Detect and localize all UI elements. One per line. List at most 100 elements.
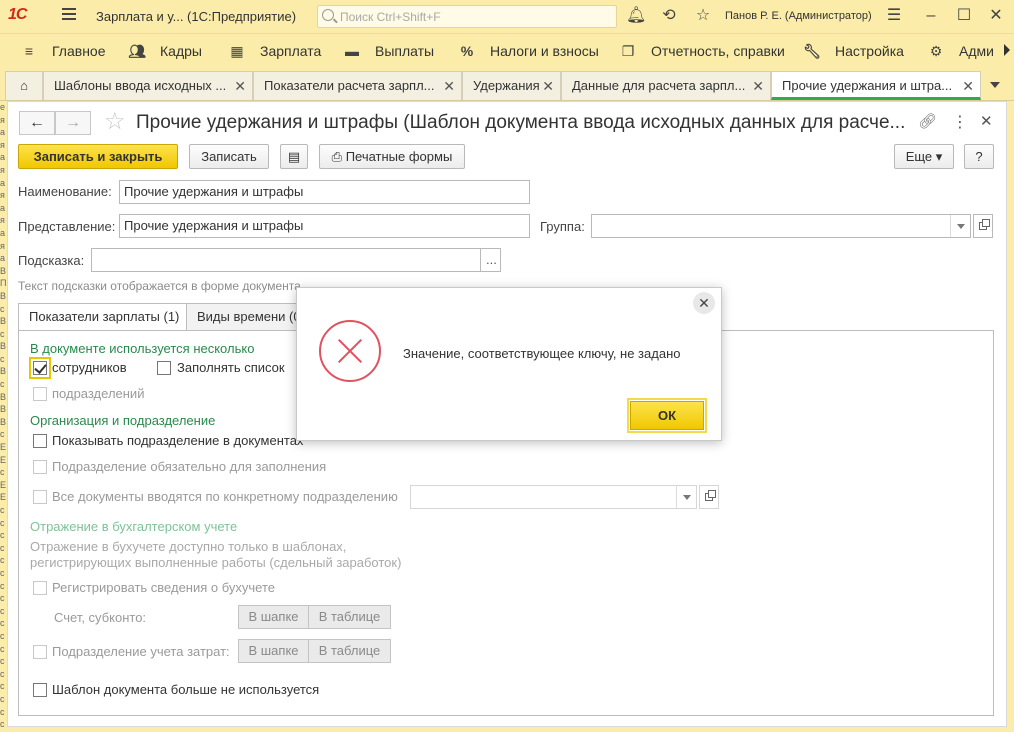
account-table-option[interactable]: В таблице: [308, 605, 391, 629]
favorites-star-icon[interactable]: ☆: [694, 7, 712, 25]
tab-salary-data[interactable]: Данные для расчета зарпл... ✕: [561, 71, 771, 100]
open-group-icon[interactable]: [973, 214, 993, 238]
app-logo: 1С: [8, 6, 27, 23]
forward-button[interactable]: →: [55, 111, 91, 135]
all-docs-dept-label: Все документы вводятся по конкретному по…: [52, 489, 398, 504]
hint-note: Текст подсказки отображается в форме док…: [18, 279, 301, 293]
cost-dept-table-option[interactable]: В таблице: [308, 639, 391, 663]
favorite-star-icon[interactable]: ☆: [104, 107, 126, 136]
minimize-icon[interactable]: –: [922, 7, 940, 25]
save-button[interactable]: Записать: [189, 144, 269, 169]
wrench-icon: 🔧︎: [803, 43, 821, 59]
account-header-option[interactable]: В шапке: [238, 605, 309, 629]
fill-list-checkbox[interactable]: [157, 361, 171, 375]
tab-templates[interactable]: Шаблоны ввода исходных ... ✕: [43, 71, 253, 100]
tab-label: Удержания: [473, 78, 540, 93]
menu-scroll-right-icon[interactable]: [1004, 44, 1010, 56]
tabs-dropdown-icon[interactable]: [982, 75, 1008, 95]
open-department-icon[interactable]: [699, 485, 719, 509]
departments-label: подразделений: [52, 386, 145, 401]
all-docs-dept-checkbox[interactable]: [33, 490, 47, 504]
presentation-field[interactable]: Прочие удержания и штрафы: [119, 214, 530, 238]
people-icon: 👥︎: [128, 43, 146, 59]
tab-salary-indicators-count[interactable]: Показатели зарплаты (1): [18, 303, 191, 331]
hint-edit-button[interactable]: ...: [480, 248, 501, 272]
history-icon[interactable]: ⟲: [660, 7, 678, 25]
dept-required-checkbox[interactable]: [33, 460, 47, 474]
close-icon[interactable]: ✕: [443, 72, 455, 100]
hint-field[interactable]: [91, 248, 481, 272]
menu-item-main[interactable]: ≡ Главное: [20, 34, 106, 68]
account-label: Счет, субконто:: [54, 610, 147, 625]
dropdown-arrow-icon[interactable]: [676, 486, 696, 508]
link-icon[interactable]: 🔗︎: [918, 112, 937, 130]
wallet-icon: ▬: [345, 43, 359, 59]
main-menu: ≡ Главное 👥︎ Кадры ▦ Зарплата ▬ Выплаты % Нал…: [0, 33, 1014, 68]
menu-item-taxes[interactable]: % Налоги и взносы: [458, 34, 599, 68]
close-icon[interactable]: ✕: [962, 72, 974, 97]
search-input[interactable]: Поиск Ctrl+Shift+F: [317, 5, 617, 28]
register-accounting-checkbox[interactable]: [33, 581, 47, 595]
percent-icon: %: [460, 43, 474, 59]
close-icon[interactable]: ✕: [752, 72, 764, 100]
page-title: Прочие удержания и штрафы (Шаблон докуме…: [136, 112, 906, 133]
printer-icon: ⎙: [331, 149, 346, 164]
menu-label: Отчетность, справки: [651, 43, 785, 59]
template-unused-label: Шаблон документа больше не используется: [52, 682, 320, 697]
bell-icon[interactable]: 🔔︎: [626, 7, 646, 25]
presentation-label: Представление:: [18, 219, 116, 234]
menu-item-reports[interactable]: ❐ Отчетность, справки: [619, 34, 785, 68]
department-select[interactable]: [410, 485, 697, 509]
departments-checkbox[interactable]: [33, 387, 47, 401]
tab-deductions[interactable]: Удержания ✕: [462, 71, 561, 100]
app-menu-icon[interactable]: [62, 8, 76, 23]
gear-icon: ⚙: [929, 43, 943, 59]
show-dept-checkbox[interactable]: [33, 434, 47, 448]
cost-dept-label: Подразделение учета затрат:: [52, 644, 230, 659]
more-actions-button[interactable]: Еще ▾: [894, 144, 954, 169]
close-icon[interactable]: ✕: [693, 292, 715, 314]
accounting-note-line2: регистрирующих выполненные работы (сдель…: [30, 555, 402, 570]
more-vertical-icon[interactable]: ⋮: [952, 112, 968, 132]
tab-other-deductions[interactable]: Прочие удержания и штра... ✕: [771, 71, 981, 100]
menu-label: Настройка: [835, 43, 904, 59]
home-tab[interactable]: ⌂: [5, 71, 43, 100]
group-field[interactable]: [591, 214, 971, 238]
back-button[interactable]: ←: [19, 111, 55, 135]
group-label: Группа:: [540, 219, 585, 234]
current-user[interactable]: Панов Р. Е. (Администратор): [725, 10, 872, 22]
app-title: Зарплата и у... (1С:Предприятие): [96, 9, 297, 24]
settings-lines-icon[interactable]: ☰: [885, 7, 903, 25]
dropdown-arrow-icon[interactable]: [950, 215, 970, 237]
menu-item-payments[interactable]: ▬ Выплаты: [343, 34, 434, 68]
menu-label: Кадры: [160, 43, 202, 59]
tab-label: Показатели расчета зарпл...: [264, 78, 435, 93]
close-window-icon[interactable]: ✕: [987, 7, 1005, 25]
calculator-icon: ▦: [230, 43, 244, 59]
menu-label: Адми: [959, 43, 994, 59]
hamburger-icon: ≡: [24, 43, 34, 59]
tab-time-types[interactable]: Виды времени (0: [186, 303, 298, 330]
cost-dept-header-option[interactable]: В шапке: [238, 639, 309, 663]
home-icon: ⌂: [20, 78, 28, 93]
close-icon[interactable]: ✕: [980, 112, 993, 130]
help-button[interactable]: ?: [964, 144, 994, 169]
print-forms-button[interactable]: ⎙ Печатные формы: [319, 144, 465, 169]
tab-label: Прочие удержания и штра...: [782, 78, 953, 93]
maximize-icon[interactable]: ☐: [955, 7, 973, 25]
cost-dept-checkbox[interactable]: [33, 645, 47, 659]
document-list-button[interactable]: ▤: [280, 144, 308, 169]
name-field[interactable]: Прочие удержания и штрафы: [119, 180, 530, 204]
error-dialog: ✕ Значение, соответствующее ключу, не за…: [296, 287, 722, 441]
close-icon[interactable]: ✕: [542, 72, 554, 100]
employees-checkbox[interactable]: [29, 357, 51, 379]
tab-salary-indicators[interactable]: Показатели расчета зарпл... ✕: [253, 71, 462, 100]
menu-item-settings[interactable]: 🔧︎ Настройка: [803, 34, 904, 68]
close-icon[interactable]: ✕: [234, 72, 246, 100]
template-unused-checkbox[interactable]: [33, 683, 47, 697]
menu-item-salary[interactable]: ▦ Зарплата: [228, 34, 321, 68]
menu-item-admin[interactable]: ⚙ Адми: [927, 34, 994, 68]
menu-item-hr[interactable]: 👥︎ Кадры: [128, 34, 202, 68]
save-and-close-button[interactable]: Записать и закрыть: [18, 144, 178, 169]
ok-button[interactable]: ОК: [627, 398, 707, 433]
